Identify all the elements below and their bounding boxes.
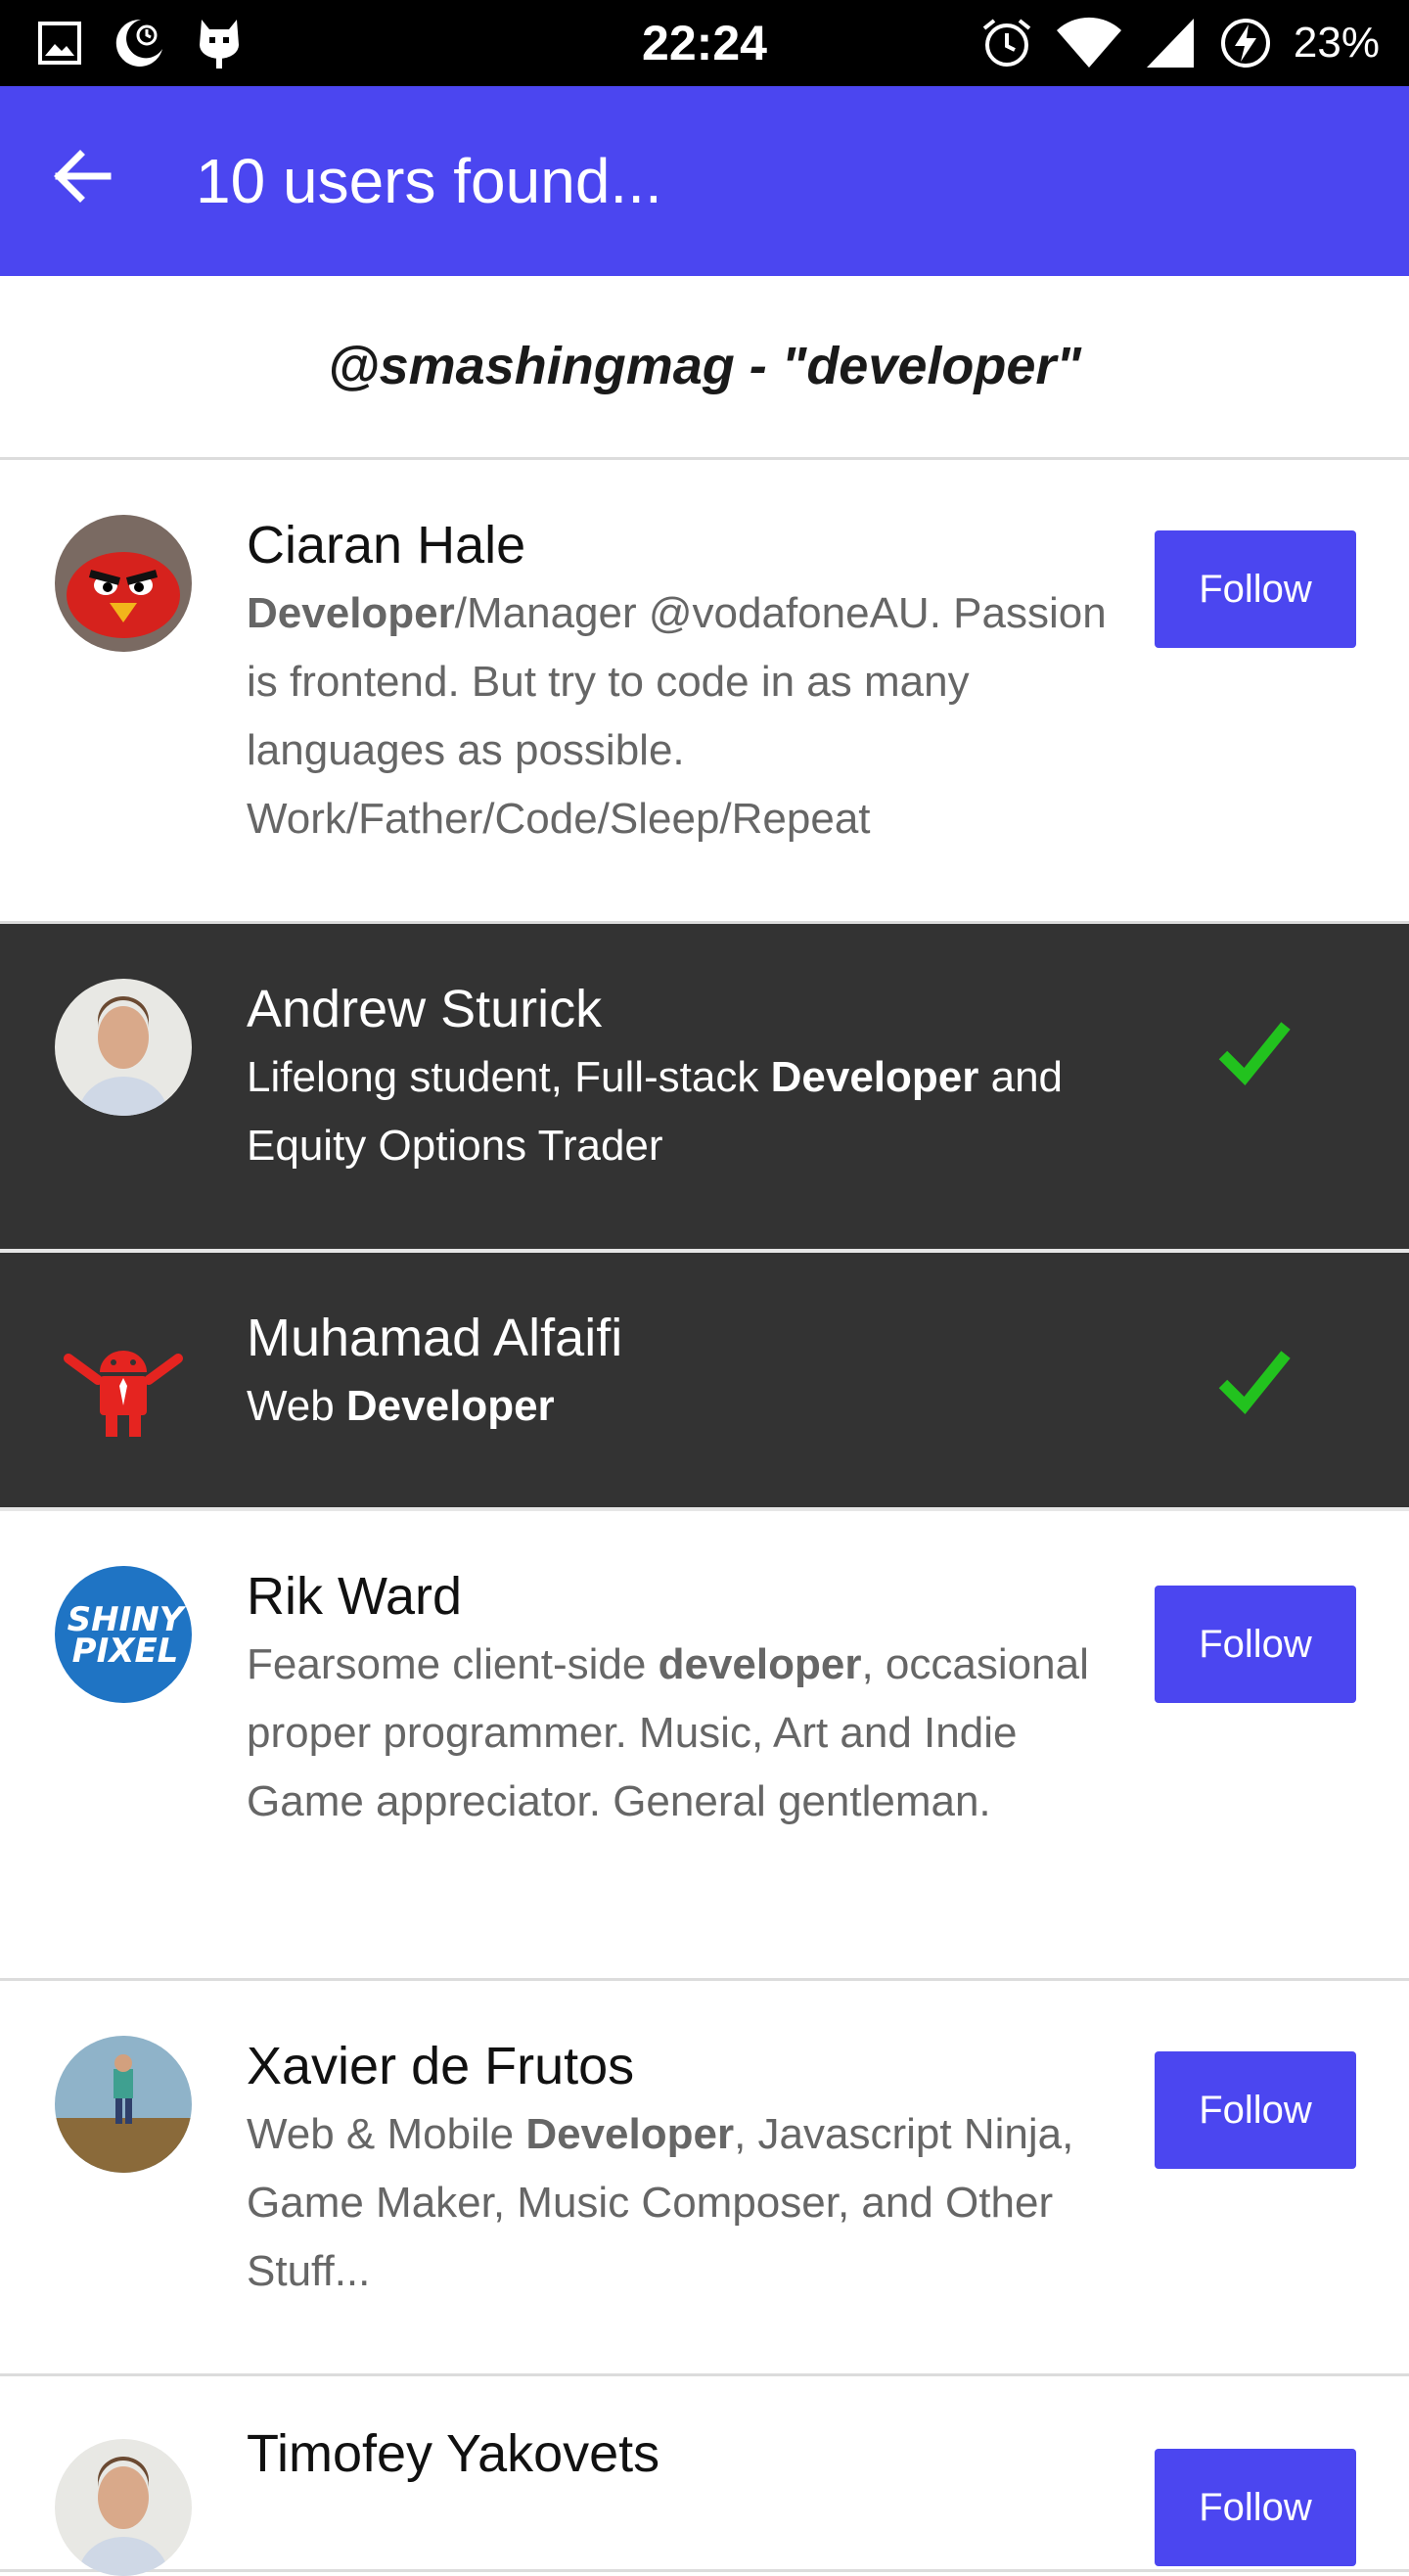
user-row[interactable]: SHINY PIXEL Rik Ward Fearsome client-side d… xyxy=(0,1511,1409,1981)
user-name[interactable]: Xavier de Frutos xyxy=(247,2032,634,2100)
bio-text: Web xyxy=(247,1382,346,1430)
follow-button[interactable]: Follow xyxy=(1155,1586,1356,1703)
bio-keyword: developer xyxy=(658,1640,862,1688)
user-row[interactable]: Muhamad Alfaifi Web Developer xyxy=(0,1253,1409,1511)
user-name[interactable]: Muhamad Alfaifi xyxy=(247,1304,622,1372)
wifi-icon xyxy=(1056,17,1121,68)
status-bar: 22:24 23% xyxy=(0,0,1409,86)
page-title: 10 users found... xyxy=(196,146,662,216)
search-query-header: @smashingmag - "developer" xyxy=(0,276,1409,460)
portrait-avatar[interactable] xyxy=(55,2439,192,2576)
user-name[interactable]: Andrew Sturick xyxy=(247,975,602,1043)
user-name[interactable]: Timofey Yakovets xyxy=(247,2419,659,2488)
user-bio: Lifelong student, Full-stack Developer a… xyxy=(247,1043,1137,1180)
landscape-avatar[interactable] xyxy=(55,2036,192,2173)
bio-text: Fearsome client-side xyxy=(247,1640,659,1688)
user-bio: Developer/Manager @vodafoneAU. Passion i… xyxy=(247,579,1137,853)
user-bio: Web & Mobile Developer, Javascript Ninja… xyxy=(247,2100,1137,2306)
signal-icon xyxy=(1146,19,1194,68)
user-name[interactable]: Ciaran Hale xyxy=(247,511,525,579)
avatar-logo-text: PIXEL xyxy=(72,1632,179,1671)
user-bio: Web Developer xyxy=(247,1372,1137,1441)
bio-keyword: Developer xyxy=(345,1382,555,1430)
user-name[interactable]: Rik Ward xyxy=(247,1562,462,1631)
bio-text: Web & Mobile xyxy=(247,2110,526,2158)
bio-keyword: Developer xyxy=(770,1053,979,1101)
bio-keyword: Developer xyxy=(525,2110,735,2158)
followed-check-icon[interactable] xyxy=(1217,1345,1292,1419)
portrait-avatar[interactable] xyxy=(55,979,192,1116)
angry-bird-avatar[interactable] xyxy=(55,515,192,652)
red-android-avatar[interactable] xyxy=(55,1315,192,1452)
followed-check-icon[interactable] xyxy=(1217,1016,1292,1090)
bio-keyword: Developer xyxy=(247,589,455,637)
user-row[interactable]: Ciaran Hale Developer/Manager @vodafoneAU… xyxy=(0,460,1409,924)
follow-button[interactable]: Follow xyxy=(1155,2051,1356,2169)
battery-percent: 23% xyxy=(1293,19,1380,67)
battery-charging-icon xyxy=(1220,19,1270,68)
bio-text: Lifelong student, Full-stack xyxy=(247,1053,771,1101)
user-bio: Fearsome client-side developer, occasion… xyxy=(247,1631,1137,1836)
follow-button[interactable]: Follow xyxy=(1155,530,1356,648)
follow-button[interactable]: Follow xyxy=(1155,2449,1356,2566)
alarm-icon xyxy=(982,19,1031,67)
user-row[interactable]: Xavier de Frutos Web & Mobile Developer, … xyxy=(0,1981,1409,2376)
shiny-pixel-avatar[interactable]: SHINY PIXEL xyxy=(55,1566,192,1703)
app-bar: 10 users found... xyxy=(0,86,1409,276)
user-row[interactable]: Andrew Sturick Lifelong student, Full-sta… xyxy=(0,924,1409,1253)
back-arrow-icon[interactable] xyxy=(51,145,114,207)
user-row[interactable]: Timofey Yakovets Follow xyxy=(0,2376,1409,2576)
